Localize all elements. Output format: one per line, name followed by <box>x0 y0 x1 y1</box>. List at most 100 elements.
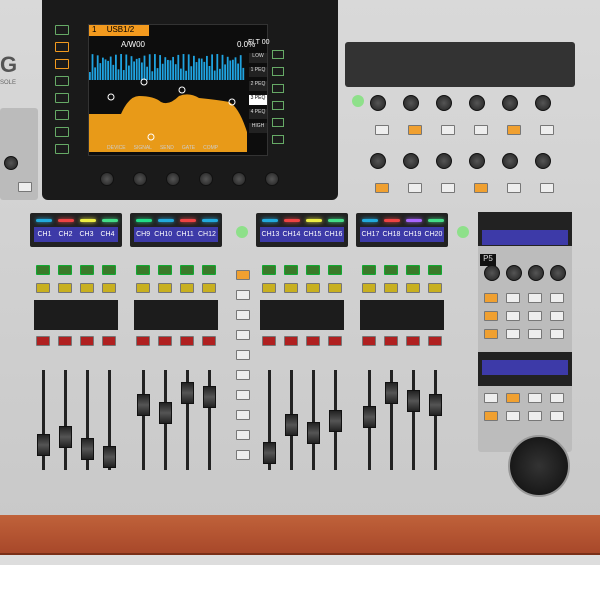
knob[interactable] <box>535 153 551 169</box>
fader-cap[interactable] <box>329 410 342 432</box>
fader-cap[interactable] <box>159 402 172 424</box>
solo-button[interactable] <box>328 283 342 293</box>
mute-button[interactable] <box>428 336 442 346</box>
button[interactable] <box>474 125 488 135</box>
screen-side-button[interactable] <box>272 118 284 127</box>
select-button[interactable] <box>428 265 442 275</box>
button[interactable] <box>484 329 498 339</box>
screen-side-button[interactable] <box>55 144 69 154</box>
button[interactable] <box>540 183 554 193</box>
button[interactable] <box>550 311 564 321</box>
fader-cap[interactable] <box>263 442 276 464</box>
knob[interactable] <box>535 95 551 111</box>
solo-button[interactable] <box>58 283 72 293</box>
button[interactable] <box>236 310 250 320</box>
screen-side-button[interactable] <box>272 135 284 144</box>
touchscreen[interactable]: 1 USB1/2 A/W00 0.0% LOW 1 PEQ 2 PEQ 3 PEQ 4 … <box>88 24 268 156</box>
solo-button[interactable] <box>406 283 420 293</box>
solo-button[interactable] <box>136 283 150 293</box>
knob[interactable] <box>528 265 544 281</box>
screen-encoder-knob[interactable] <box>265 172 279 186</box>
screen-side-button[interactable] <box>55 42 69 52</box>
knob[interactable] <box>469 153 485 169</box>
solo-button[interactable] <box>262 283 276 293</box>
solo-button[interactable] <box>80 283 94 293</box>
fader-cap[interactable] <box>81 438 94 460</box>
button[interactable] <box>236 410 250 420</box>
select-button[interactable] <box>328 265 342 275</box>
screen-side-button[interactable] <box>272 101 284 110</box>
screen-side-button[interactable] <box>272 50 284 59</box>
button[interactable] <box>484 393 498 403</box>
screen-tab[interactable]: COMP <box>203 145 218 151</box>
fader-cap[interactable] <box>307 422 320 444</box>
fader-cap[interactable] <box>137 394 150 416</box>
knob[interactable] <box>484 265 500 281</box>
mute-button[interactable] <box>362 336 376 346</box>
screen-encoder-knob[interactable] <box>100 172 114 186</box>
button[interactable] <box>236 390 250 400</box>
button[interactable] <box>236 290 250 300</box>
screen-encoder-knob[interactable] <box>199 172 213 186</box>
button[interactable] <box>528 329 542 339</box>
mute-button[interactable] <box>406 336 420 346</box>
solo-button[interactable] <box>158 283 172 293</box>
button[interactable] <box>506 293 520 303</box>
button[interactable] <box>507 183 521 193</box>
fader-cap[interactable] <box>429 394 442 416</box>
fader-cap[interactable] <box>407 390 420 412</box>
select-button[interactable] <box>406 265 420 275</box>
select-button[interactable] <box>262 265 276 275</box>
select-button[interactable] <box>80 265 94 275</box>
screen-side-button[interactable] <box>55 93 69 103</box>
eq-graph[interactable] <box>89 52 269 152</box>
knob[interactable] <box>4 156 18 170</box>
mute-button[interactable] <box>262 336 276 346</box>
screen-tab[interactable]: GATE <box>182 145 195 151</box>
knob[interactable] <box>436 153 452 169</box>
screen-encoder-knob[interactable] <box>166 172 180 186</box>
button[interactable] <box>506 329 520 339</box>
screen-tab[interactable]: DEVICE <box>107 145 126 151</box>
select-button[interactable] <box>384 265 398 275</box>
button[interactable] <box>236 430 250 440</box>
button[interactable] <box>528 393 542 403</box>
fader-cap[interactable] <box>385 382 398 404</box>
button[interactable] <box>528 411 542 421</box>
knob[interactable] <box>502 95 518 111</box>
button[interactable] <box>506 411 520 421</box>
button[interactable] <box>484 411 498 421</box>
mute-button[interactable] <box>384 336 398 346</box>
solo-button[interactable] <box>180 283 194 293</box>
solo-button[interactable] <box>36 283 50 293</box>
eq-band-button[interactable]: 2 PEQ <box>249 81 267 91</box>
solo-button[interactable] <box>102 283 116 293</box>
button[interactable] <box>550 411 564 421</box>
fader-cap[interactable] <box>181 382 194 404</box>
button[interactable] <box>540 125 554 135</box>
screen-side-button[interactable] <box>55 127 69 137</box>
button[interactable] <box>236 270 250 280</box>
button[interactable] <box>506 311 520 321</box>
select-button[interactable] <box>180 265 194 275</box>
mute-button[interactable] <box>80 336 94 346</box>
button[interactable] <box>550 329 564 339</box>
eq-band-button[interactable]: 3 PEQ <box>249 95 267 105</box>
knob[interactable] <box>550 265 566 281</box>
button[interactable] <box>528 311 542 321</box>
screen-side-button[interactable] <box>272 67 284 76</box>
eq-band-button[interactable]: 4 PEQ <box>249 109 267 119</box>
button[interactable] <box>375 125 389 135</box>
button[interactable] <box>375 183 389 193</box>
eq-band-handle[interactable] <box>178 86 186 94</box>
fader-cap[interactable] <box>103 446 116 468</box>
mute-button[interactable] <box>284 336 298 346</box>
screen-side-button[interactable] <box>55 25 69 35</box>
select-button[interactable] <box>158 265 172 275</box>
knob[interactable] <box>370 153 386 169</box>
knob[interactable] <box>436 95 452 111</box>
button[interactable] <box>408 183 422 193</box>
mute-button[interactable] <box>36 336 50 346</box>
mute-button[interactable] <box>180 336 194 346</box>
mute-button[interactable] <box>158 336 172 346</box>
